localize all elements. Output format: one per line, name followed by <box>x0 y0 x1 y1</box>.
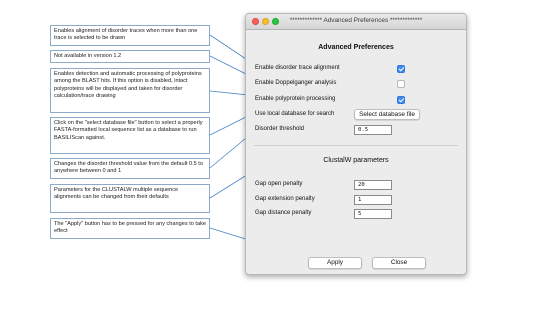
window-titlebar[interactable]: ************* Advanced Preferences *****… <box>246 14 466 30</box>
polyprotein-label: Enable polyprotein processing <box>255 96 336 102</box>
select-database-button[interactable]: Select database file <box>354 109 420 120</box>
apply-button[interactable]: Apply <box>308 257 362 269</box>
gap-distance-penalty-input[interactable]: 5 <box>354 209 392 219</box>
gap-open-penalty-input[interactable]: 20 <box>354 180 392 190</box>
section-divider <box>254 145 458 146</box>
gap-extension-penalty-input[interactable]: 1 <box>354 195 392 205</box>
clustalw-heading: ClustalW parameters <box>323 157 389 164</box>
window-title: ************* Advanced Preferences *****… <box>289 17 423 24</box>
annotated-screenshot: Enables alignment of disorder traces whe… <box>0 0 558 313</box>
close-button[interactable]: Close <box>372 257 426 269</box>
doppelganger-label: Enable Doppelganger analysis <box>255 80 337 86</box>
disorder-threshold-label: Disorder threshold <box>255 126 305 132</box>
advanced-preferences-heading: Advanced Preferences <box>318 44 394 51</box>
disorder-trace-label: Enable disorder trace alignment <box>255 65 340 71</box>
disorder-trace-checkbox[interactable] <box>397 65 405 73</box>
gap-open-penalty-label: Gap open penalty <box>255 181 303 187</box>
gap-distance-penalty-label: Gap distance penalty <box>255 210 312 216</box>
disorder-threshold-input[interactable]: 0.5 <box>354 125 392 135</box>
polyprotein-checkbox[interactable] <box>397 96 405 104</box>
gap-extension-penalty-label: Gap extension penalty <box>255 196 315 202</box>
advanced-preferences-window: ************* Advanced Preferences *****… <box>245 13 467 275</box>
doppelganger-checkbox[interactable] <box>397 80 405 88</box>
local-database-label: Use local database for search <box>255 111 335 117</box>
